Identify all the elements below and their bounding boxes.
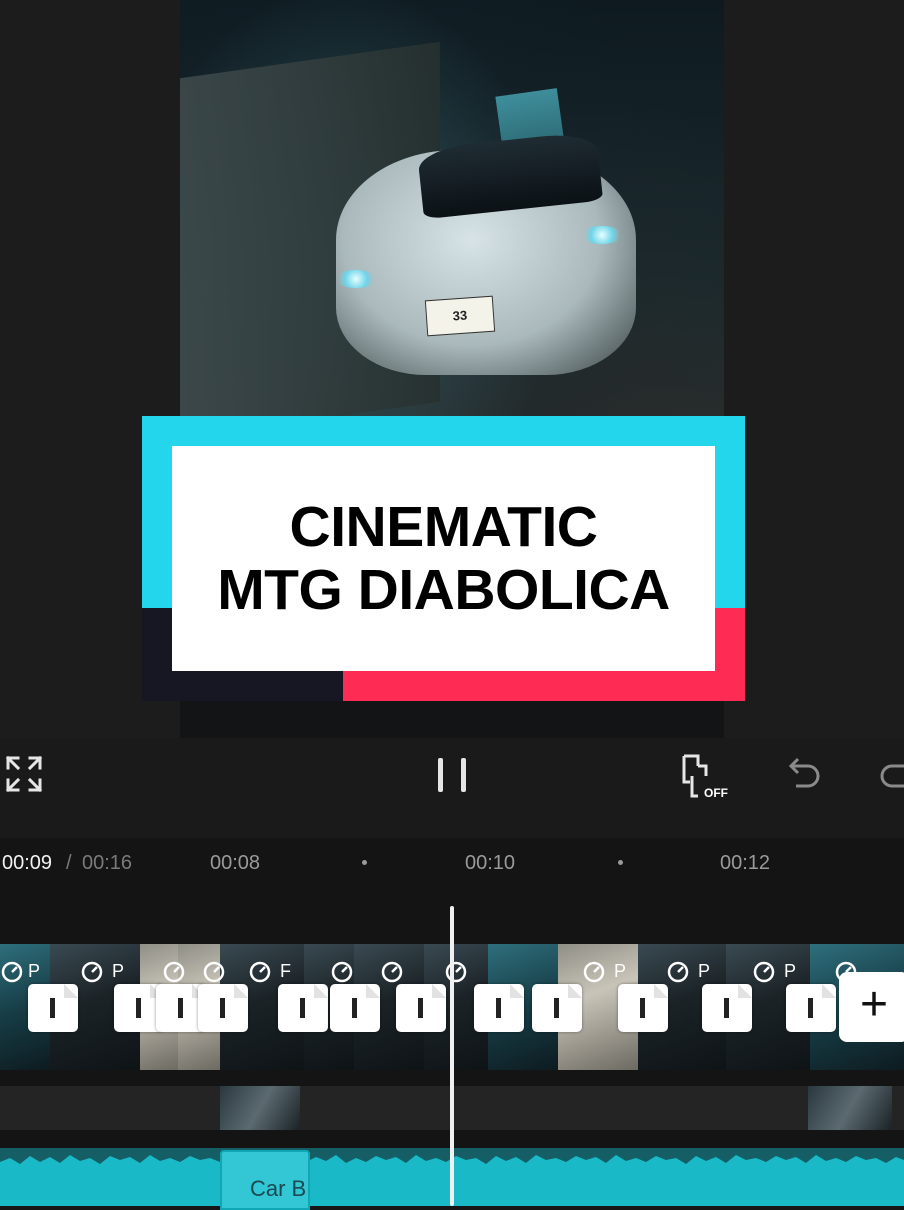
overlay-clip[interactable] [220,1086,300,1130]
ruler-dot [618,860,623,865]
transition-button[interactable] [702,984,752,1032]
ruler-label: 00:08 [210,852,261,874]
headlight-left [336,270,376,288]
transition-button[interactable] [532,984,582,1032]
speed-icon [381,961,403,983]
transition-button[interactable] [396,984,446,1032]
transition-button[interactable] [278,984,328,1032]
speed-icon [445,961,467,983]
speed-icon [583,961,605,983]
title-line-2: MTG DIABOLICA [217,557,670,622]
clip-marker: P [698,961,711,981]
fullscreen-icon[interactable] [4,754,44,794]
time-separator: / [66,852,72,874]
speed-icon [1,961,23,983]
license-plate: 33 [424,295,496,337]
playhead[interactable] [450,906,454,1206]
title-line-1: CINEMATIC [289,494,598,559]
transition-button[interactable] [474,984,524,1032]
transition-button[interactable] [28,984,78,1032]
title-card-panel: CINEMATIC MTG DIABOLICA [172,446,715,671]
keyframe-state-label: OFF [704,786,728,800]
speed-icon [753,961,775,983]
overlay-clip[interactable] [808,1086,892,1130]
speed-icon [331,961,353,983]
add-clip-button[interactable]: + [839,972,904,1042]
audio-clip-label: Car B [250,1176,306,1201]
speed-icon [163,961,185,983]
transition-button[interactable] [198,984,248,1032]
current-time: 00:09 [2,852,53,874]
ruler-label: 00:10 [465,852,516,874]
transition-button[interactable] [618,984,668,1032]
speed-icon [249,961,271,983]
clip-marker: P [784,961,797,981]
redo-icon[interactable] [876,754,904,794]
headlight-right [582,226,622,244]
clip-marker: P [28,961,41,981]
clip-marker: P [614,961,627,981]
title-card-overlay[interactable]: CINEMATIC MTG DIABOLICA [142,416,745,701]
transition-button[interactable] [786,984,836,1032]
clip-marker: P [112,961,125,981]
pause-icon[interactable] [434,756,470,794]
undo-icon[interactable] [784,754,824,794]
speed-icon [81,961,103,983]
ruler-dot [362,860,367,865]
clip-marker: F [280,961,291,981]
total-time: 00:16 [82,852,133,874]
speed-icon [667,961,689,983]
speed-icon [203,961,225,983]
transition-button[interactable] [330,984,380,1032]
ruler-label: 00:12 [720,852,771,874]
